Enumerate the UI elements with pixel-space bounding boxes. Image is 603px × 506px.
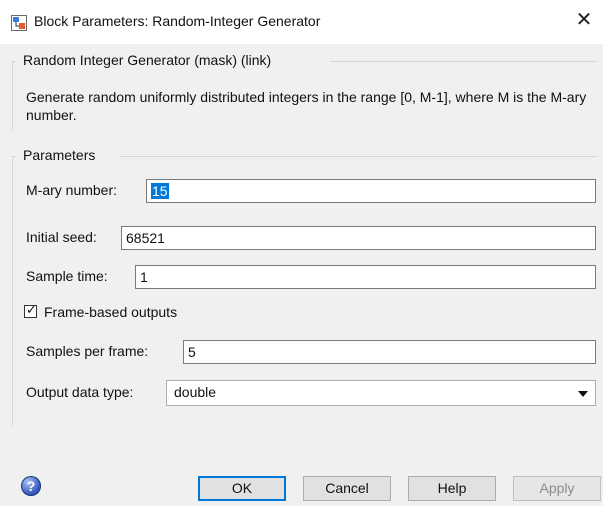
sample-time-label: Sample time:: [26, 268, 108, 284]
group-border-vertical: [12, 61, 13, 131]
samples-per-frame-value: 5: [188, 344, 196, 360]
mask-description: Generate random uniformly distributed in…: [26, 89, 587, 123]
apply-button[interactable]: Apply: [513, 476, 601, 501]
check-icon: ✓: [26, 302, 37, 317]
help-button[interactable]: Help: [408, 476, 496, 501]
chevron-down-icon: [578, 391, 588, 397]
mary-number-input[interactable]: 15: [146, 179, 596, 203]
initial-seed-input[interactable]: 68521: [121, 226, 596, 250]
sample-time-value: 1: [140, 269, 148, 285]
initial-seed-value: 68521: [126, 230, 165, 246]
params-border-right: [120, 156, 597, 157]
frame-based-label[interactable]: Frame-based outputs: [44, 304, 177, 320]
parameters-group-label: Parameters: [20, 147, 99, 163]
mary-number-value: 15: [151, 183, 169, 199]
mask-group-label: Random Integer Generator (mask) (link): [20, 52, 275, 68]
sample-time-input[interactable]: 1: [135, 265, 596, 289]
samples-per-frame-input[interactable]: 5: [183, 340, 596, 364]
output-data-type-label: Output data type:: [26, 384, 134, 400]
group-border-right: [330, 61, 597, 62]
output-data-type-select[interactable]: double: [166, 380, 596, 406]
params-border-vertical: [12, 156, 13, 426]
output-data-type-value: double: [174, 384, 217, 400]
title-bar: Block Parameters: Random-Integer Generat…: [0, 0, 603, 44]
help-icon[interactable]: ?: [21, 476, 41, 496]
window-title: Block Parameters: Random-Integer Generat…: [34, 13, 321, 29]
close-icon[interactable]: ✕: [573, 9, 595, 31]
initial-seed-label: Initial seed:: [26, 229, 97, 245]
frame-based-checkbox[interactable]: ✓: [24, 302, 37, 318]
samples-per-frame-label: Samples per frame:: [26, 343, 149, 359]
simulink-block-icon: [11, 15, 27, 31]
ok-button[interactable]: OK: [198, 476, 286, 501]
mary-number-label: M-ary number:: [26, 182, 118, 198]
cancel-button[interactable]: Cancel: [303, 476, 391, 501]
